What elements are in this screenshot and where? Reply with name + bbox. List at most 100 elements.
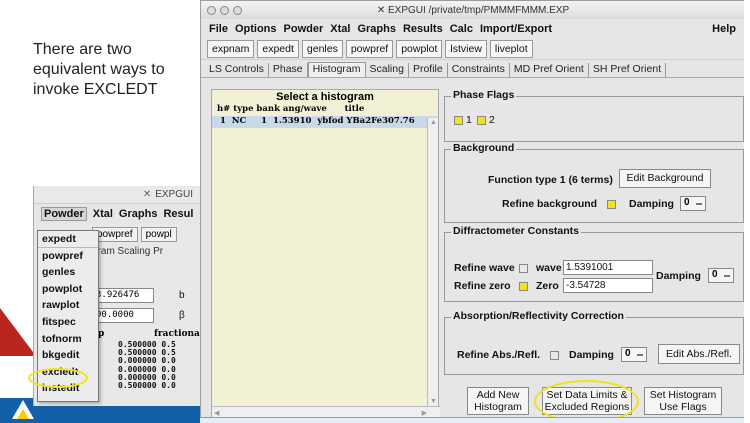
window-titlebar: ✕ EXPGUI /private/tmp/PMMMFMMM.EXP: [201, 1, 745, 19]
small-cell-symbol-b: b: [179, 290, 185, 301]
menu-powder[interactable]: Powder: [284, 23, 324, 35]
menu-calc[interactable]: Calc: [450, 23, 473, 35]
tab-phase[interactable]: Phase: [269, 63, 308, 77]
diffractometer-damping-label: Damping: [656, 270, 701, 282]
histogram-list-header: Select a histogram: [276, 91, 374, 103]
small-menu-graphs[interactable]: Graphs: [119, 208, 158, 220]
expgui-main-window: ✕ EXPGUI /private/tmp/PMMMFMMM.EXP File …: [200, 0, 746, 418]
expedt-button[interactable]: expedt: [257, 39, 299, 58]
set-data-limits-highlight-ellipse: [534, 380, 639, 417]
refine-zero-label: Refine zero: [454, 280, 511, 292]
small-grid-header: fractional: [154, 329, 201, 339]
quick-button-row: expnam expedt genles powpref powplot lst…: [201, 38, 745, 60]
menu-graphs[interactable]: Graphs: [357, 23, 396, 35]
small-cell-symbol-beta: β: [179, 310, 185, 321]
tab-scaling[interactable]: Scaling: [366, 63, 409, 77]
histogram-list-columns: h# type bank ang/wave title: [217, 104, 365, 114]
scroll-left-icon[interactable]: ◀: [214, 409, 219, 417]
menu-item-fitspec[interactable]: fitspec: [38, 314, 98, 331]
menu-import-export[interactable]: Import/Export: [480, 23, 552, 35]
menu-item-powplot[interactable]: powplot: [38, 281, 98, 298]
tab-constraints[interactable]: Constraints: [448, 63, 510, 77]
tab-sh-pref-orient[interactable]: SH Pref Orient: [589, 63, 667, 77]
tab-md-pref-orient[interactable]: MD Pref Orient: [510, 63, 589, 77]
menu-item-rawplot[interactable]: rawplot: [38, 297, 98, 314]
menu-help[interactable]: Help: [712, 23, 736, 35]
edit-background-button[interactable]: Edit Background: [619, 169, 711, 188]
background-damping-menu[interactable]: 0: [680, 196, 706, 211]
set-histogram-use-flags-button[interactable]: Set Histogram Use Flags: [644, 387, 722, 415]
x11-icon: ✕: [376, 4, 386, 16]
menu-xtal[interactable]: Xtal: [330, 23, 350, 35]
absorption-damping-label: Damping: [569, 349, 614, 361]
refine-absorption-checkbox[interactable]: [550, 351, 559, 360]
small-grid-row: 0.500000 0.0: [118, 381, 176, 391]
histogram-row[interactable]: 1 NC 1 1.53910 ybfod YBa2Fe307.76: [212, 116, 438, 128]
powplot-button[interactable]: powplot: [396, 39, 443, 58]
refine-background-checkbox[interactable]: [607, 200, 616, 209]
powpref-button[interactable]: powpref: [345, 39, 394, 58]
absorption-group: Absorption/Reflectivity Correction Refin…: [444, 310, 744, 375]
small-menu-results[interactable]: Resul: [163, 208, 193, 220]
genles-button[interactable]: genles: [301, 39, 343, 58]
menu-results[interactable]: Results: [403, 23, 443, 35]
menu-item-tofnorm[interactable]: tofnorm: [38, 331, 98, 348]
refine-wave-checkbox[interactable]: [519, 264, 528, 273]
tab-strip: LS Controls Phase Histogram Scaling Prof…: [201, 60, 745, 78]
absorption-title: Absorption/Reflectivity Correction: [451, 310, 626, 322]
liveplot-button[interactable]: liveplot: [489, 39, 533, 58]
wave-label: wave: [536, 262, 562, 274]
scroll-up-icon[interactable]: ▲: [430, 119, 437, 126]
refine-absorption-label: Refine Abs./Refl.: [457, 349, 541, 361]
tab-profile[interactable]: Profile: [409, 63, 448, 77]
small-menu-powder[interactable]: Powder: [41, 207, 87, 221]
absorption-damping-menu[interactable]: 0: [621, 347, 647, 362]
zero-label: Zero: [536, 280, 559, 292]
small-powplot-button[interactable]: powpl: [140, 227, 177, 242]
window-title: ✕ EXPGUI /private/tmp/PMMMFMMM.EXP: [376, 4, 570, 16]
phase-flag-1-checkbox[interactable]: [454, 116, 463, 125]
slide-caption: There are two equivalent ways to invoke …: [33, 41, 165, 98]
wave-field[interactable]: 1.5391001: [563, 260, 653, 275]
menu-item-expedt[interactable]: expedt: [38, 231, 98, 248]
small-cell-field-alpha[interactable]: 90.0000: [92, 308, 154, 323]
zero-field[interactable]: -3.54728: [563, 278, 653, 293]
menu-item-powpref[interactable]: powpref: [38, 248, 98, 265]
histogram-list-hscrollbar[interactable]: ◀ ▶: [212, 406, 440, 417]
slide-right-margin: [744, 0, 750, 423]
refine-background-label: Refine background: [502, 198, 598, 210]
diffractometer-group: Diffractometer Constants Refine wave wav…: [444, 225, 744, 302]
small-atom-grid: 0.500000 0.5 0.500000 0.5 0.000000 0.0 0…: [118, 340, 176, 391]
main-menubar: File Options Powder Xtal Graphs Results …: [201, 19, 745, 38]
menu-options[interactable]: Options: [235, 23, 277, 35]
refine-wave-label: Refine wave: [454, 262, 515, 274]
histogram-list-vscrollbar[interactable]: ▲ ▼: [427, 118, 438, 406]
small-cell-field-a[interactable]: 3.926476: [92, 288, 154, 303]
small-menu-xtal[interactable]: Xtal: [93, 208, 113, 220]
add-new-histogram-button[interactable]: Add New Histogram: [467, 387, 529, 415]
scroll-right-icon[interactable]: ▶: [422, 409, 427, 417]
edit-absorption-button[interactable]: Edit Abs./Refl.: [658, 344, 740, 364]
phase-flags-group: Phase Flags 1 2: [444, 89, 744, 142]
lstview-button[interactable]: lstview: [445, 39, 487, 58]
tab-ls-controls[interactable]: LS Controls: [205, 63, 269, 77]
small-menubar: Powder Xtal Graphs Resul: [34, 204, 201, 224]
small-button-row: powpref powpl: [92, 227, 180, 242]
histogram-list-panel: Select a histogram h# type bank ang/wave…: [211, 89, 440, 417]
refine-zero-checkbox[interactable]: [519, 282, 528, 291]
phase-flag-2-checkbox[interactable]: [477, 116, 486, 125]
scroll-down-icon[interactable]: ▼: [430, 398, 437, 405]
diffractometer-title: Diffractometer Constants: [451, 225, 582, 237]
phase-flag-2-label: 2: [489, 114, 495, 126]
expnam-button[interactable]: expnam: [207, 39, 255, 58]
background-function-label: Function type 1 (6 terms): [488, 174, 613, 186]
tab-histogram[interactable]: Histogram: [307, 62, 366, 77]
menu-item-bkgedit[interactable]: bkgedit: [38, 347, 98, 364]
slide-red-decoration: [0, 308, 36, 356]
phase-flags-title: Phase Flags: [451, 89, 517, 101]
menu-item-genles[interactable]: genles: [38, 264, 98, 281]
diffractometer-damping-menu[interactable]: 0: [708, 268, 734, 283]
menu-file[interactable]: File: [209, 23, 228, 35]
excledt-highlight-ellipse: [28, 368, 88, 388]
small-tab-strip[interactable]: gram Scaling Pr: [92, 246, 163, 257]
